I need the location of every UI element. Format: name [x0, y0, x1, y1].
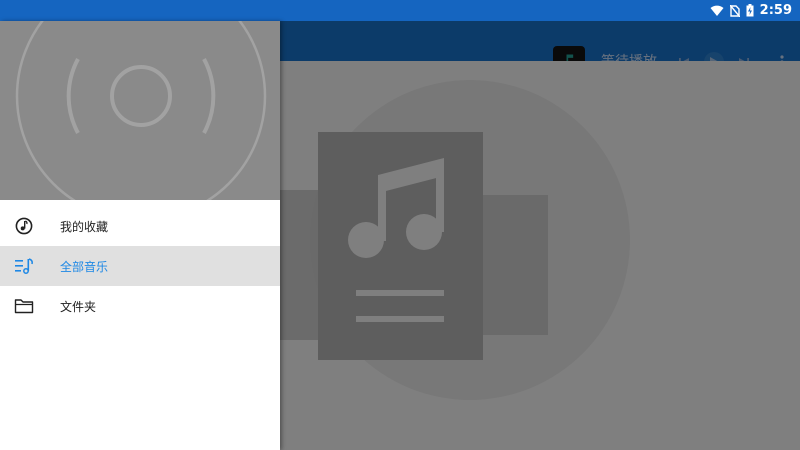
battery-charging-icon: [746, 4, 754, 17]
drawer-header: [0, 21, 280, 200]
status-bar: 2:59: [0, 0, 800, 21]
menu-item-label: 全部音乐: [60, 259, 109, 274]
no-sim-icon: [729, 4, 740, 17]
vinyl-disc-icon: [15, 21, 267, 200]
menu-item-favorites[interactable]: 我的收藏: [0, 206, 280, 246]
screen: 等待播放: [0, 0, 800, 450]
folder-icon: [13, 295, 35, 317]
menu-item-label: 我的收藏: [60, 219, 109, 234]
clock: 2:59: [759, 3, 792, 18]
menu-item-label: 文件夹: [60, 299, 97, 314]
menu-item-folders[interactable]: 文件夹: [0, 286, 280, 326]
music-list-icon: [13, 255, 35, 277]
menu-item-all-music[interactable]: 全部音乐: [0, 246, 280, 286]
navigation-drawer: 我的收藏 全部音乐 文件夹: [0, 21, 280, 450]
drawer-menu: 我的收藏 全部音乐 文件夹: [0, 200, 280, 326]
wifi-icon: [710, 5, 724, 17]
music-note-circle-icon: [13, 215, 35, 237]
